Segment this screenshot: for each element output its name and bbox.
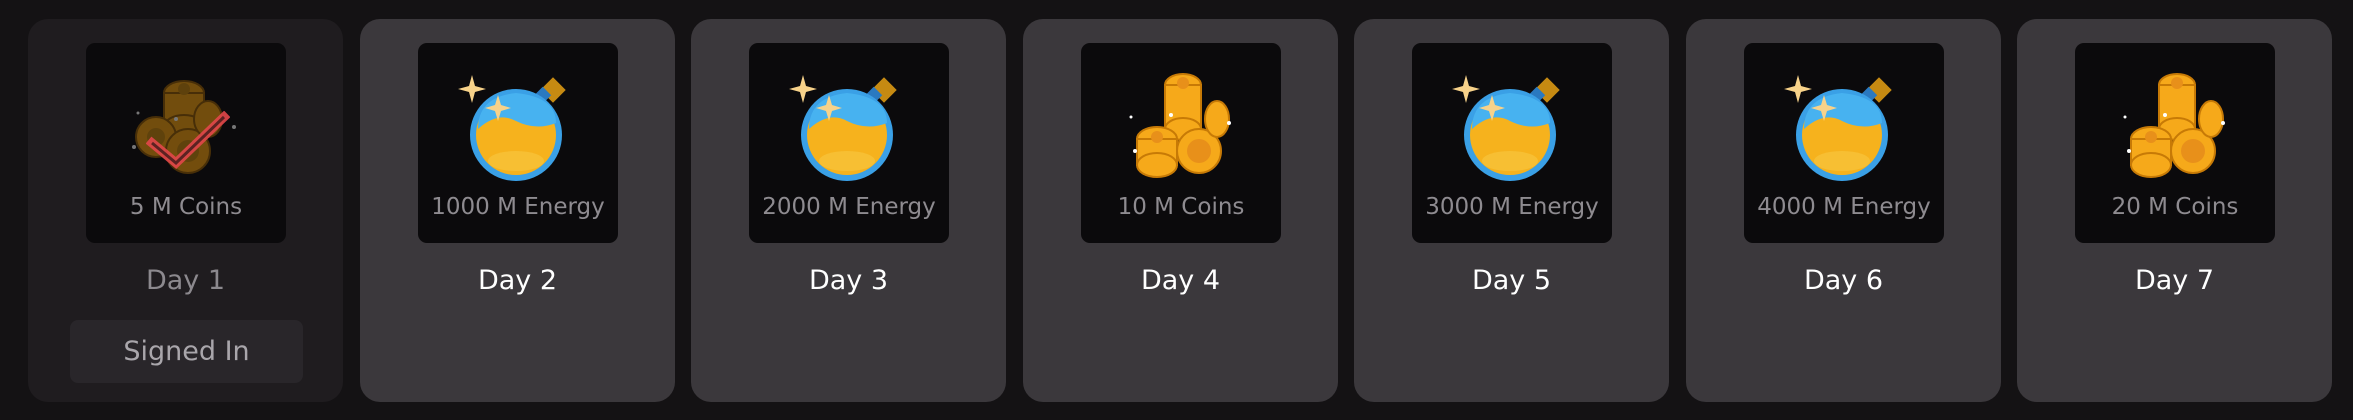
reward-label: 3000 M Energy — [1425, 194, 1599, 220]
reward-label: 2000 M Energy — [762, 194, 936, 220]
day-card-3[interactable]: 2000 M Energy Day 3 — [691, 19, 1006, 402]
day-label: Day 4 — [1140, 265, 1221, 296]
day-label: Day 5 — [1471, 265, 1552, 296]
day-card-4[interactable]: 10 M Coins Day 4 — [1023, 19, 1338, 402]
reward-label: 20 M Coins — [2111, 194, 2239, 220]
coins-icon — [2123, 73, 2225, 178]
day-card-1: 5 M Coins Day 1 Signed In — [28, 19, 343, 402]
energy-potion-icon — [789, 75, 897, 181]
daily-signin-row: 5 M Coins Day 1 Signed In 1000 M Energy … — [0, 0, 2353, 420]
energy-potion-icon — [1784, 75, 1892, 181]
day-card-2[interactable]: 1000 M Energy Day 2 — [360, 19, 675, 402]
day-card-7[interactable]: 20 M Coins Day 7 — [2017, 19, 2332, 402]
reward-box: 5 M Coins — [86, 43, 286, 243]
day-card-5[interactable]: 3000 M Energy Day 5 — [1354, 19, 1669, 402]
signed-in-button[interactable]: Signed In — [70, 320, 303, 383]
reward-label: 10 M Coins — [1117, 194, 1245, 220]
reward-box: 4000 M Energy — [1744, 43, 1944, 243]
reward-label: 4000 M Energy — [1757, 194, 1931, 220]
reward-box: 2000 M Energy — [749, 43, 949, 243]
reward-box: 3000 M Energy — [1412, 43, 1612, 243]
day-label: Day 7 — [2134, 265, 2215, 296]
reward-box: 1000 M Energy — [418, 43, 618, 243]
reward-label: 5 M Coins — [129, 194, 243, 220]
day-label: Day 1 — [145, 265, 226, 296]
energy-potion-icon — [458, 75, 566, 181]
day-label: Day 6 — [1803, 265, 1884, 296]
coins-icon — [1129, 73, 1231, 178]
energy-potion-icon — [1452, 75, 1560, 181]
reward-box: 20 M Coins — [2075, 43, 2275, 243]
day-label: Day 2 — [477, 265, 558, 296]
day-card-6[interactable]: 4000 M Energy Day 6 — [1686, 19, 2001, 402]
check-icon — [146, 111, 230, 170]
reward-label: 1000 M Energy — [431, 194, 605, 220]
reward-box: 10 M Coins — [1081, 43, 1281, 243]
day-label: Day 3 — [808, 265, 889, 296]
